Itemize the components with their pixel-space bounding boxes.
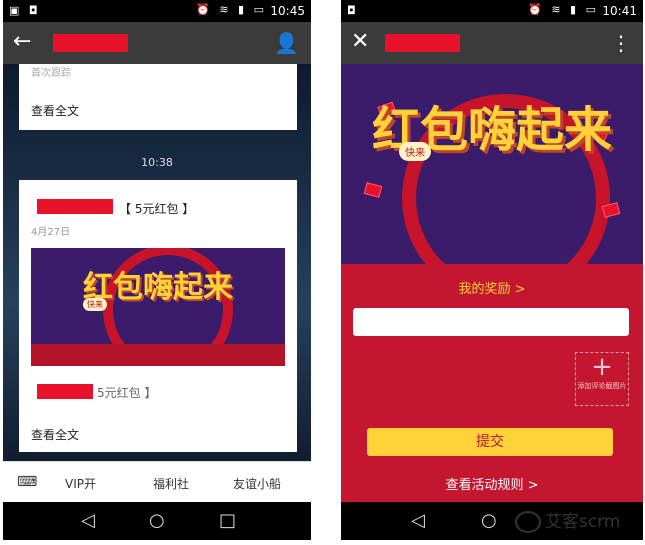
red-envelope-icon (601, 202, 621, 218)
upload-screenshot-button[interactable]: + 添加评论截图片 (575, 352, 629, 406)
status-bar: ◘ ⏰ ≋ ▮ ▭ 10:41 (341, 0, 643, 22)
signal-icons: ⏰ ≋ ▮ ▭ (196, 3, 267, 16)
wechat-icon (515, 511, 541, 533)
menu-item-friendship[interactable]: 友谊小船 (233, 475, 281, 492)
profile-icon[interactable]: 👤 (274, 31, 299, 55)
banner-headline: 红包嗨起来 (83, 270, 233, 305)
campaign-banner: 红包嗨起来 快来 (341, 64, 643, 264)
home-circle-icon[interactable]: ○ (481, 510, 497, 531)
redacted-text (37, 384, 93, 399)
status-time: 10:41 (602, 4, 637, 18)
watermark: 艾客scrm (515, 507, 620, 533)
menu-item-vip[interactable]: VIP开 (65, 475, 96, 492)
left-phone-screen: ▣ ◘ ⏰ ≋ ▮ ▭ 10:45 ← 👤 首次跟踪 查看全文 10:38 【 … (3, 0, 311, 540)
reward-input[interactable] (353, 308, 629, 336)
close-icon[interactable]: ✕ (351, 29, 369, 55)
article-subtitle: 5元红包 】 (97, 386, 157, 400)
redacted-title (385, 34, 460, 52)
read-all-link[interactable]: 查看全文 (31, 426, 79, 443)
android-nav-bar: ◁ ○ □ (3, 502, 311, 540)
watermark-text: 艾客scrm (545, 512, 621, 532)
more-options-icon[interactable]: ⋮ (611, 31, 631, 55)
status-bar: ▣ ◘ ⏰ ≋ ▮ ▭ 10:45 (3, 0, 311, 22)
menu-item-welfare[interactable]: 福利社 (153, 475, 189, 492)
keyboard-icon[interactable]: ⌨ (17, 474, 37, 490)
article-banner-image[interactable]: 红包嗨起来 快来 (31, 248, 285, 366)
banner-badge: 快来 (83, 298, 107, 311)
signal-icons: ⏰ ≋ ▮ ▭ (528, 3, 599, 16)
back-arrow-icon[interactable]: ← (13, 29, 31, 55)
redacted-title (53, 34, 128, 52)
official-account-menu: ⌨ VIP开 福利社 友谊小船 (3, 461, 311, 502)
article-card[interactable]: 【 5元红包 】 4月27日 红包嗨起来 快来 5元红包 】 查看全文 (19, 180, 297, 452)
notification-icons: ▣ ◘ (9, 4, 41, 17)
red-envelope-icon (363, 182, 383, 198)
upload-label: 添加评论截图片 (577, 382, 627, 390)
app-bar: ✕ ⋮ (341, 22, 643, 64)
plus-icon: + (591, 352, 613, 382)
redacted-text (37, 199, 113, 214)
right-phone-screen: ◘ ⏰ ≋ ▮ ▭ 10:41 ✕ ⋮ 红包嗨起来 快来 我的奖励 > + 添加… (341, 0, 643, 540)
back-triangle-icon[interactable]: ◁ (81, 510, 95, 531)
status-time: 10:45 (270, 4, 305, 18)
banner-badge: 快来 (399, 142, 431, 161)
article-title: 【 5元红包 】 (119, 202, 195, 216)
campaign-page: 红包嗨起来 快来 我的奖励 > + 添加评论截图片 提交 查看活动规则 > (341, 64, 643, 502)
read-all-link[interactable]: 查看全文 (31, 102, 79, 119)
recents-square-icon[interactable]: □ (219, 510, 236, 531)
home-circle-icon[interactable]: ○ (149, 510, 165, 531)
banner-headline: 红包嗨起来 (371, 102, 612, 158)
submit-button[interactable]: 提交 (367, 428, 613, 456)
article-date: 4月27日 (31, 227, 71, 238)
card-snippet: 首次跟踪 (31, 68, 71, 79)
back-triangle-icon[interactable]: ◁ (411, 510, 425, 531)
banner-strip (31, 344, 285, 366)
my-reward-link[interactable]: 我的奖励 > (341, 278, 643, 297)
article-card[interactable]: 首次跟踪 查看全文 (19, 64, 297, 130)
chat-timestamp: 10:38 (141, 156, 173, 169)
notification-icons: ◘ (347, 4, 359, 17)
rules-link[interactable]: 查看活动规则 > (341, 474, 643, 493)
app-bar: ← 👤 (3, 22, 311, 64)
